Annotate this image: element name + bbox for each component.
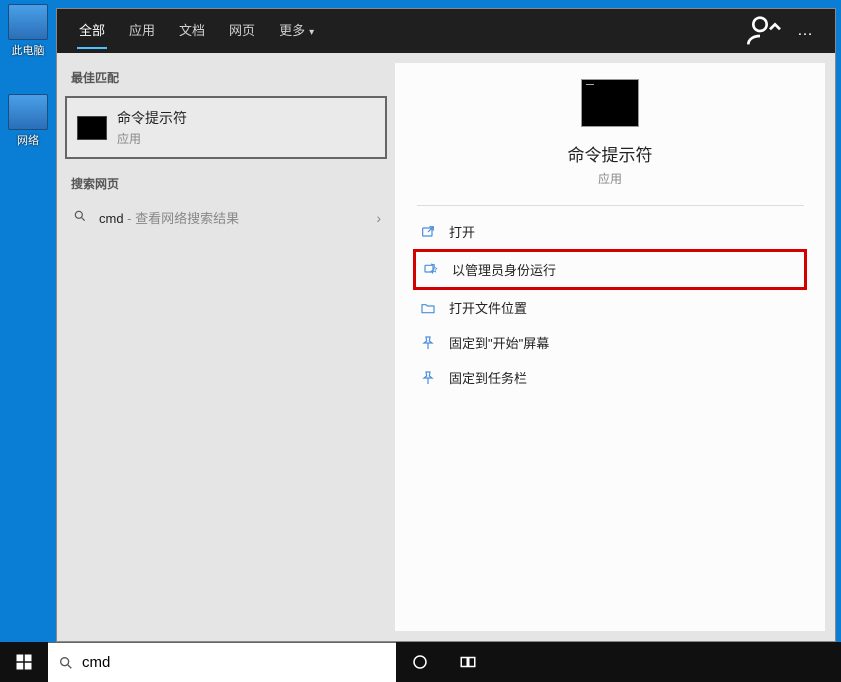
web-query-text: cmd - 查看网络搜索结果	[99, 208, 239, 227]
tab-more-label: 更多	[279, 23, 305, 38]
preview-app-icon	[581, 79, 639, 127]
tab-docs[interactable]: 文档	[167, 9, 217, 53]
open-icon	[419, 223, 437, 241]
search-icon	[58, 655, 74, 671]
cmd-thumb-icon	[77, 116, 107, 140]
action-label: 以管理员身份运行	[452, 260, 556, 279]
options-icon[interactable]: …	[785, 9, 825, 53]
preview-title: 命令提示符	[568, 141, 653, 166]
desktop-icon-network[interactable]: 网络	[6, 94, 50, 148]
divider	[417, 205, 804, 206]
chevron-right-icon: ›	[376, 210, 381, 226]
task-view-button[interactable]	[444, 642, 492, 682]
pin-taskbar-icon	[419, 369, 437, 387]
desktop-icon-label: 网络	[6, 132, 50, 148]
cortana-button[interactable]	[396, 642, 444, 682]
preview-pane: 命令提示符 应用 打开 以管理员身份运行	[395, 63, 825, 631]
start-button[interactable]	[0, 642, 48, 682]
search-panel: 全部 应用 文档 网页 更多 ▾ … 最佳匹配 命令提示符 应用	[56, 8, 836, 642]
taskbar-search-box[interactable]	[48, 642, 396, 682]
web-query-term: cmd	[99, 211, 124, 226]
best-match-title: 命令提示符	[117, 108, 187, 128]
desktop-icon-label: 此电脑	[6, 42, 50, 58]
search-input[interactable]	[82, 654, 386, 671]
best-match-heading: 最佳匹配	[57, 63, 395, 92]
action-pin-to-taskbar[interactable]: 固定到任务栏	[413, 360, 807, 395]
web-query-suffix: - 查看网络搜索结果	[124, 211, 240, 226]
this-pc-icon	[8, 4, 48, 40]
action-list: 打开 以管理员身份运行 打开文件位置	[395, 214, 825, 395]
best-match-item[interactable]: 命令提示符 应用	[65, 96, 387, 159]
action-label: 打开文件位置	[449, 298, 527, 317]
tab-web[interactable]: 网页	[217, 9, 267, 53]
shield-admin-icon	[422, 261, 440, 279]
folder-icon	[419, 299, 437, 317]
action-label: 固定到任务栏	[449, 368, 527, 387]
best-match-subtitle: 应用	[117, 130, 187, 147]
pin-icon	[419, 334, 437, 352]
search-tabbar: 全部 应用 文档 网页 更多 ▾ …	[57, 9, 835, 53]
chevron-down-icon: ▾	[309, 27, 314, 38]
preview-subtitle: 应用	[598, 170, 622, 187]
search-web-item[interactable]: cmd - 查看网络搜索结果 ›	[57, 198, 395, 237]
action-label: 打开	[449, 222, 475, 241]
desktop-icon-this-pc[interactable]: 此电脑	[6, 4, 50, 58]
feedback-icon[interactable]	[745, 9, 785, 53]
search-web-heading: 搜索网页	[57, 169, 395, 198]
action-pin-to-start[interactable]: 固定到"开始"屏幕	[413, 325, 807, 360]
tab-more[interactable]: 更多 ▾	[267, 9, 326, 53]
network-icon	[8, 94, 48, 130]
search-icon	[71, 209, 89, 226]
tab-apps[interactable]: 应用	[117, 9, 167, 53]
action-run-as-admin[interactable]: 以管理员身份运行	[413, 249, 807, 290]
results-left-column: 最佳匹配 命令提示符 应用 搜索网页 cmd - 查看网络搜索结果	[57, 53, 395, 641]
desktop-icon-strip: 此电脑 网络	[0, 0, 56, 642]
action-open-file-location[interactable]: 打开文件位置	[413, 290, 807, 325]
taskbar	[0, 642, 841, 682]
tab-all[interactable]: 全部	[67, 9, 117, 53]
action-label: 固定到"开始"屏幕	[449, 333, 549, 352]
action-open[interactable]: 打开	[413, 214, 807, 249]
